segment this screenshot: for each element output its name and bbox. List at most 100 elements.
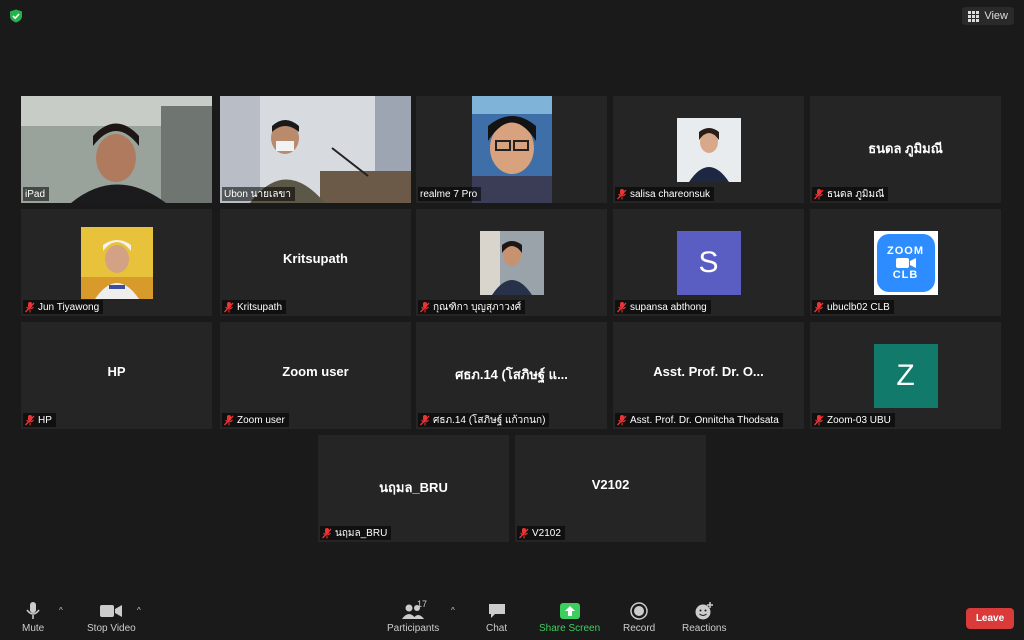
video-options-caret-icon[interactable]: ^: [137, 606, 141, 615]
participant-name-label: Asst. Prof. Dr. Onnitcha Thodsata: [615, 413, 783, 427]
participants-count: 17: [417, 599, 428, 609]
stop-video-label: Stop Video: [87, 623, 136, 634]
video-tile-hp[interactable]: HP HP: [21, 322, 212, 429]
participant-display-name: V2102: [591, 477, 630, 492]
record-icon: [630, 602, 648, 620]
participant-name-label: Zoom-03 UBU: [812, 413, 895, 427]
view-button[interactable]: View: [962, 7, 1014, 25]
mic-muted-icon: [814, 301, 824, 312]
participant-name-label: V2102: [517, 526, 565, 540]
participant-name-label: Zoom user: [222, 413, 289, 427]
reactions-label: Reactions: [682, 623, 727, 634]
chat-bubble-icon: [488, 604, 505, 618]
participant-photo: [471, 96, 552, 203]
mic-muted-icon: [519, 527, 529, 538]
video-tile-v2102[interactable]: V2102 V2102: [515, 435, 706, 542]
mic-muted-icon: [224, 301, 234, 312]
participant-name: HP: [38, 414, 52, 426]
participant-name: Zoom-03 UBU: [827, 414, 891, 426]
top-bar: View: [0, 0, 1024, 32]
video-tile-kunthika[interactable]: กุณฑิกา บุญสุภาวงศ์: [416, 209, 607, 316]
participant-name: Zoom user: [237, 414, 285, 426]
participant-name-label: ศธภ.14 (โสภิษฐ์ แก้วกนก): [418, 413, 550, 427]
mic-muted-icon: [420, 414, 430, 425]
video-tile-realme[interactable]: realme 7 Pro: [416, 96, 607, 203]
participant-photo: [479, 231, 544, 295]
reactions-button[interactable]: Reactions: [682, 602, 726, 634]
participant-name-label: supansa abthong: [615, 300, 711, 314]
participant-name: Jun Tiyawong: [38, 301, 100, 313]
video-tile-ipad[interactable]: iPad: [21, 96, 212, 203]
participants-options-caret-icon[interactable]: ^: [451, 606, 455, 615]
participant-name: salisa chareonsuk: [630, 188, 711, 200]
smiley-plus-icon: [695, 602, 714, 620]
view-label: View: [984, 10, 1008, 22]
participant-name: Ubon นายเลขา: [224, 188, 291, 200]
mic-muted-icon: [224, 414, 234, 425]
participant-name-label: Kritsupath: [222, 300, 287, 314]
video-tile-ubuclb02[interactable]: ZOOM CLB ubuclb02 CLB: [810, 209, 1001, 316]
video-tile-zoom-user[interactable]: Zoom user Zoom user: [220, 322, 411, 429]
mic-muted-icon: [420, 301, 430, 312]
video-tile-kritsupath[interactable]: Kritsupath Kritsupath: [220, 209, 411, 316]
logo-text-top: ZOOM: [887, 245, 924, 257]
participant-display-name: Zoom user: [282, 364, 349, 379]
participant-name: V2102: [532, 527, 561, 539]
shield-check-icon[interactable]: [9, 9, 23, 23]
participant-display-name: นฤมล_BRU: [379, 480, 448, 495]
video-tile-supansa[interactable]: S supansa abthong: [613, 209, 804, 316]
participant-display-name: Asst. Prof. Dr. O...: [653, 364, 764, 379]
participant-name-label: กุณฑิกา บุญสุภาวงศ์: [418, 300, 526, 314]
video-tile-naruemol[interactable]: นฤมล_BRU นฤมล_BRU: [318, 435, 509, 542]
participant-name: กุณฑิกา บุญสุภาวงศ์: [433, 301, 522, 313]
video-camera-icon: [100, 605, 123, 617]
participant-name-label: salisa chareonsuk: [615, 187, 715, 201]
participant-display-name: ศธภ.14 (โสภิษฐ์ แ...: [455, 367, 568, 382]
stop-video-button[interactable]: Stop Video: [87, 602, 136, 634]
participant-name: realme 7 Pro: [420, 188, 478, 200]
video-tile-ubon[interactable]: Ubon นายเลขา: [220, 96, 411, 203]
mute-button[interactable]: Mute: [22, 602, 44, 634]
mic-muted-icon: [814, 414, 824, 425]
mic-muted-icon: [322, 527, 332, 538]
record-button[interactable]: Record: [623, 602, 655, 634]
participant-name: supansa abthong: [630, 301, 707, 313]
zoom-clb-logo: ZOOM CLB: [873, 231, 938, 295]
video-tile-thanadon[interactable]: ธนดล ภูมิมณี ธนดล ภูมิมณี: [810, 96, 1001, 203]
video-tile-onnitcha[interactable]: Asst. Prof. Dr. O... Asst. Prof. Dr. Onn…: [613, 322, 804, 429]
participants-label: Participants: [387, 623, 440, 634]
participant-name: ศธภ.14 (โสภิษฐ์ แก้วกนก): [433, 414, 546, 426]
video-tile-jun[interactable]: Jun Tiyawong: [21, 209, 212, 316]
chat-button[interactable]: Chat: [486, 602, 507, 634]
mic-muted-icon: [25, 301, 35, 312]
participant-display-name: Kritsupath: [283, 251, 348, 266]
video-tile-zoom03[interactable]: Z Zoom-03 UBU: [810, 322, 1001, 429]
participant-name-label: realme 7 Pro: [418, 187, 482, 201]
participant-name: ubuclb02 CLB: [827, 301, 890, 313]
leave-button[interactable]: Leave: [966, 608, 1014, 629]
participant-display-name: ธนดล ภูมิมณี: [868, 141, 943, 156]
mute-options-caret-icon[interactable]: ^: [59, 606, 63, 615]
participant-name: ธนดล ภูมิมณี: [827, 188, 885, 200]
video-tile-sopit[interactable]: ศธภ.14 (โสภิษฐ์ แ... ศธภ.14 (โสภิษฐ์ แก้…: [416, 322, 607, 429]
participant-name-label: ธนดล ภูมิมณี: [812, 187, 889, 201]
participant-photo: [80, 227, 153, 299]
mic-muted-icon: [25, 414, 35, 425]
grid-view-icon: [968, 10, 980, 22]
participant-name: Asst. Prof. Dr. Onnitcha Thodsata: [630, 414, 779, 426]
mic-muted-icon: [617, 414, 627, 425]
video-tile-salisa[interactable]: salisa chareonsuk: [613, 96, 804, 203]
chat-label: Chat: [486, 623, 508, 634]
mic-muted-icon: [814, 188, 824, 199]
avatar-letter-z: Z: [873, 344, 938, 408]
avatar-letter-s: S: [676, 231, 741, 295]
participants-button[interactable]: 17 Participants: [387, 599, 440, 634]
participant-name: นฤมล_BRU: [335, 527, 388, 539]
participant-name-label: นฤมล_BRU: [320, 526, 392, 540]
participant-name: iPad: [25, 188, 46, 200]
microphone-icon: [26, 602, 40, 619]
participant-name-label: iPad: [23, 187, 50, 201]
participant-name: Kritsupath: [237, 301, 283, 313]
share-screen-button[interactable]: Share Screen: [539, 602, 600, 634]
video-camera-icon: [895, 258, 916, 268]
